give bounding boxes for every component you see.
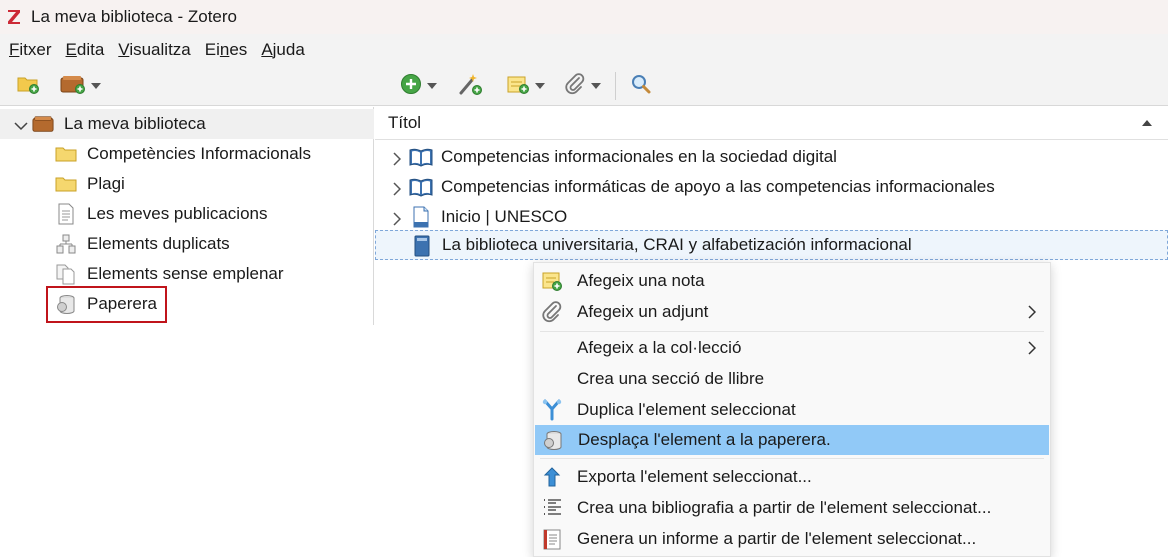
context-menu: Afegeix una nota Afegeix un adjunt Afege… — [533, 262, 1051, 557]
add-attachment-button[interactable] — [564, 72, 601, 100]
new-item-icon — [400, 73, 422, 100]
new-item-dropdown-icon — [427, 83, 437, 89]
new-note-button[interactable] — [506, 72, 545, 100]
tree-item-label: Les meves publicacions — [87, 204, 268, 223]
search-icon — [630, 73, 652, 100]
create-bibliography-menu-item[interactable]: Crea una bibliografia a partir de l'elem… — [534, 493, 1050, 523]
export-item-menu-item[interactable]: Exporta l'element seleccionat... — [534, 462, 1050, 492]
library-icon — [32, 114, 54, 134]
menu-item-label: Crea una bibliografia a partir de l'elem… — [577, 498, 992, 517]
new-library-dropdown-icon — [91, 83, 101, 89]
menu-item-label: Crea una secció de llibre — [577, 369, 765, 388]
tree-item-label: Competències Informacionals — [87, 144, 311, 163]
menu-item-label: Afegeix a la col·lecció — [577, 338, 742, 357]
create-book-section-menu-item[interactable]: Crea una secció de llibre — [534, 364, 1050, 394]
duplicate-item-icon — [540, 399, 564, 421]
webpage-icon — [409, 206, 433, 228]
new-note-dropdown-icon — [535, 83, 545, 89]
folder-icon — [55, 144, 77, 164]
move-to-trash-menu-item[interactable]: Desplaça l'element a la paperera. — [535, 425, 1049, 455]
new-library-icon — [60, 73, 86, 100]
tree-item-label: Elements sense emplenar — [87, 264, 284, 283]
submenu-arrow-icon — [1027, 304, 1037, 324]
book-icon — [409, 176, 433, 198]
item-row[interactable]: Competencias informáticas de apoyo a las… — [375, 172, 1168, 202]
tree-item-collection[interactable]: Plagi — [0, 169, 374, 199]
item-title: Competencias informáticas de apoyo a las… — [441, 177, 995, 196]
item-row[interactable]: Inicio | UNESCO — [375, 202, 1168, 232]
generate-report-menu-item[interactable]: Genera un informe a partir de l'element … — [534, 524, 1050, 554]
menu-item-label: Genera un informe a partir de l'element … — [577, 529, 977, 548]
new-note-icon — [506, 73, 530, 100]
menu-edita[interactable]: Edita — [59, 40, 112, 60]
trash-icon — [541, 429, 565, 451]
tree-item-unfiled[interactable]: Elements sense emplenar — [0, 259, 374, 289]
menu-item-label: Duplica l'element seleccionat — [577, 400, 796, 419]
journal-icon — [410, 235, 434, 257]
chevron-right-icon[interactable] — [392, 211, 402, 231]
chevron-right-icon[interactable] — [392, 181, 402, 201]
search-button[interactable] — [630, 72, 652, 100]
paperclip-icon — [540, 301, 564, 323]
duplicate-icon — [55, 234, 77, 254]
menu-bar: Fitxer Edita Visualitza Eines Ajuda — [0, 34, 1168, 66]
folder-icon — [55, 174, 77, 194]
add-note-menu-item[interactable]: Afegeix una nota — [534, 266, 1050, 296]
menu-item-label: Afegeix un adjunt — [577, 302, 709, 321]
add-note-icon — [540, 270, 564, 292]
bibliography-icon — [540, 497, 564, 519]
tree-item-collection[interactable]: Competències Informacionals — [0, 139, 374, 169]
add-attachment-icon — [564, 72, 586, 100]
menu-item-label: Afegeix una nota — [577, 271, 705, 290]
document-icon — [55, 203, 77, 225]
tree-item-label: Plagi — [87, 174, 125, 193]
book-icon — [409, 146, 433, 168]
menu-fitxer[interactable]: Fitxer — [2, 40, 59, 60]
window-title: La meva biblioteca - Zotero — [31, 7, 237, 26]
menu-item-label: Desplaça l'element a la paperera. — [578, 430, 831, 449]
new-collection-icon — [16, 73, 40, 100]
report-icon — [540, 528, 564, 550]
menu-item-label: Exporta l'element seleccionat... — [577, 467, 812, 486]
tree-item-label: Elements duplicats — [87, 234, 230, 253]
new-library-button[interactable] — [60, 72, 101, 100]
item-row[interactable]: Competencias informacionales en la socie… — [375, 142, 1168, 172]
menu-eines[interactable]: Eines — [198, 40, 255, 60]
tree-item-label: La meva biblioteca — [64, 114, 206, 133]
menu-separator — [540, 331, 1044, 332]
zotero-logo-icon — [6, 8, 22, 26]
menu-ajuda[interactable]: Ajuda — [254, 40, 311, 60]
menu-separator — [540, 458, 1044, 459]
toolbar — [0, 66, 1168, 106]
unfiled-icon — [55, 264, 77, 285]
tree-item-my-publications[interactable]: Les meves publicacions — [0, 199, 374, 229]
item-row-selected[interactable]: La biblioteca universitaria, CRAI y alfa… — [375, 230, 1168, 260]
add-by-identifier-button[interactable] — [458, 72, 484, 100]
add-by-identifier-icon — [458, 72, 484, 101]
column-header-title[interactable]: Títol — [375, 107, 1168, 140]
menu-visualitza[interactable]: Visualitza — [111, 40, 197, 60]
annotation-highlight-box — [46, 286, 167, 323]
chevron-down-icon[interactable] — [14, 117, 28, 137]
item-title: Inicio | UNESCO — [441, 207, 568, 226]
add-attachment-dropdown-icon — [591, 83, 601, 89]
title-bar: La meva biblioteca - Zotero — [0, 0, 1168, 34]
duplicate-item-menu-item[interactable]: Duplica l'element seleccionat — [534, 395, 1050, 425]
new-item-button[interactable] — [400, 72, 437, 100]
sort-ascending-icon — [1142, 120, 1152, 126]
add-attachment-menu-item[interactable]: Afegeix un adjunt — [534, 297, 1050, 327]
chevron-right-icon[interactable] — [392, 151, 402, 171]
toolbar-separator — [615, 72, 616, 100]
new-collection-button[interactable] — [16, 72, 40, 100]
tree-item-duplicates[interactable]: Elements duplicats — [0, 229, 374, 259]
column-header-label: Títol — [388, 113, 422, 132]
export-icon — [540, 466, 564, 488]
tree-item-my-library[interactable]: La meva biblioteca — [0, 109, 374, 139]
submenu-arrow-icon — [1027, 340, 1037, 360]
add-to-collection-menu-item[interactable]: Afegeix a la col·lecció — [534, 333, 1050, 363]
item-title: Competencias informacionales en la socie… — [441, 147, 837, 166]
item-title: La biblioteca universitaria, CRAI y alfa… — [442, 235, 912, 254]
